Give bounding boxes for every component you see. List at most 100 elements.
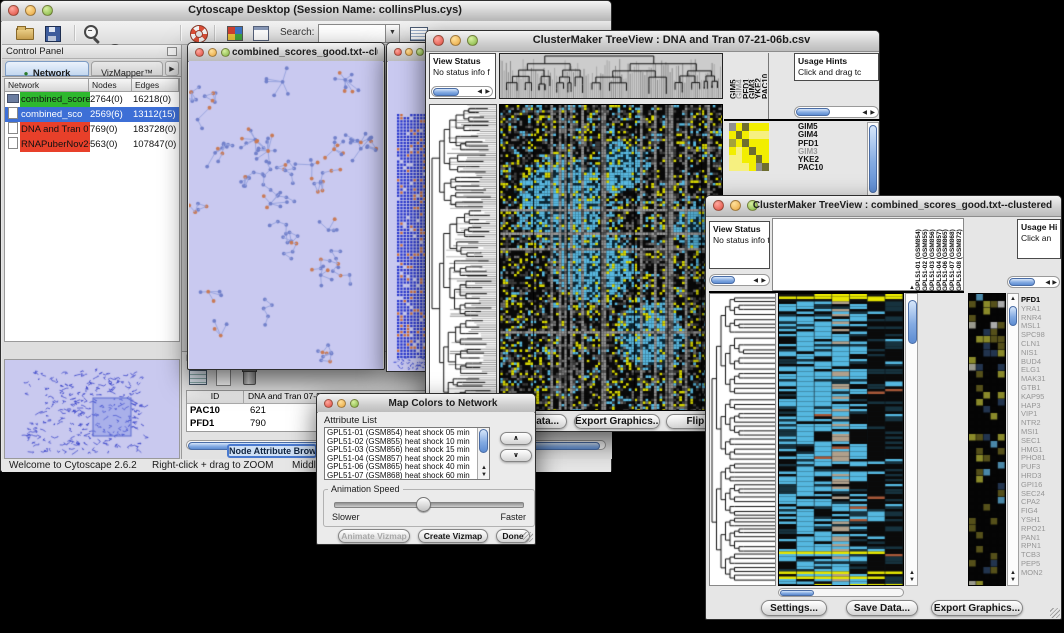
open-session-icon[interactable]: [14, 24, 36, 43]
matrix-cell[interactable]: [762, 123, 769, 131]
attribute-item[interactable]: GPL51-06 (GSM865) heat shock 40 min: [327, 463, 475, 472]
gene-label[interactable]: SEC1: [1021, 437, 1059, 446]
dialog-titlebar[interactable]: Map Colors to Network: [317, 394, 535, 413]
matrix-cell[interactable]: [736, 155, 743, 163]
gene-label[interactable]: RPN1: [1021, 542, 1059, 551]
zoom-button[interactable]: [221, 48, 230, 57]
birdseye-view[interactable]: [4, 359, 180, 459]
network-row[interactable]: RNAPuberNov2+I563(0)107847(0): [5, 137, 179, 152]
tv2-bottom-hscrollbar[interactable]: [778, 588, 904, 597]
resize-grip[interactable]: [523, 532, 533, 542]
network-row[interactable]: DNA and Tran 07769(0)183728(0): [5, 122, 179, 137]
resize-grip[interactable]: [1050, 608, 1060, 618]
matrix-cell[interactable]: [756, 139, 763, 147]
attribute-item[interactable]: GPL51-01 (GSM854) heat shock 05 min: [327, 429, 475, 438]
tv2-usage-hscrollbar[interactable]: ◀▶: [1007, 276, 1060, 288]
minimize-button[interactable]: [208, 48, 217, 57]
gene-label[interactable]: PUF3: [1021, 463, 1059, 472]
matrix-cell[interactable]: [742, 163, 749, 171]
attribute-list[interactable]: GPL51-01 (GSM854) heat shock 05 min GPL51…: [324, 427, 490, 480]
tv2-dendrogram[interactable]: [709, 293, 776, 586]
matrix-cell[interactable]: [762, 155, 769, 163]
search-dropdown-icon[interactable]: ▼: [385, 25, 399, 42]
tv2-attribute-heatmap[interactable]: [968, 293, 1006, 586]
matrix-cell[interactable]: [756, 123, 763, 131]
help-lifesaver-icon[interactable]: [188, 24, 210, 43]
matrix-cell[interactable]: [729, 139, 736, 147]
matrix-cell[interactable]: [762, 163, 769, 171]
delete-attribute-icon[interactable]: [238, 367, 262, 389]
matrix-cell[interactable]: [749, 131, 756, 139]
matrix-cell[interactable]: [742, 139, 749, 147]
close-button[interactable]: [433, 35, 444, 46]
tv1-export-graphics-button[interactable]: Export Graphics...: [574, 414, 660, 429]
gene-label[interactable]: VIP1: [1021, 410, 1059, 419]
gene-label[interactable]: ELG1: [1021, 366, 1059, 375]
matrix-cell[interactable]: [736, 131, 743, 139]
matrix-cell[interactable]: [729, 163, 736, 171]
tv2-settings-button[interactable]: Settings...: [761, 600, 827, 616]
matrix-cell[interactable]: [749, 123, 756, 131]
gene-label[interactable]: MSL1: [1021, 322, 1059, 331]
tv1-heatmap[interactable]: [499, 104, 723, 411]
tv2-export-graphics-button[interactable]: Export Graphics...: [931, 600, 1023, 616]
float-panel-icon[interactable]: [167, 47, 177, 56]
gene-label[interactable]: KAP95: [1021, 393, 1059, 402]
gene-label[interactable]: NTR2: [1021, 419, 1059, 428]
matrix-cell[interactable]: [756, 155, 763, 163]
matrix-cell[interactable]: [749, 163, 756, 171]
matrix-cell[interactable]: [742, 147, 749, 155]
zoom-button[interactable]: [416, 48, 424, 56]
matrix-cell[interactable]: [742, 131, 749, 139]
tv1-left-dendrogram[interactable]: [429, 104, 497, 411]
table-mode-icon[interactable]: [186, 367, 210, 389]
tab-network[interactable]: ● Network: [5, 61, 89, 76]
treeview1-titlebar[interactable]: ClusterMaker TreeView : DNA and Tran 07-…: [426, 31, 879, 52]
tab-vizmapper[interactable]: VizMapper™: [91, 61, 163, 76]
minimize-button[interactable]: [25, 5, 36, 16]
gene-label[interactable]: PAN1: [1021, 534, 1059, 543]
close-button[interactable]: [195, 48, 204, 57]
matrix-cell[interactable]: [762, 147, 769, 155]
treeview2-titlebar[interactable]: ClusterMaker TreeView : combined_scores_…: [706, 196, 1061, 217]
minimize-button[interactable]: [730, 200, 741, 211]
tv2-heatmap[interactable]: [778, 293, 904, 586]
gene-label[interactable]: HMG1: [1021, 446, 1059, 455]
tv1-hscrollbar[interactable]: ◀▶: [431, 86, 493, 97]
gene-label[interactable]: YRA1: [1021, 305, 1059, 314]
network-row[interactable]: combined_sco2569(6)13112(15): [5, 107, 179, 122]
matrix-cell[interactable]: [736, 147, 743, 155]
tv2-heatmap-vscrollbar[interactable]: ▲ ▲▼: [905, 293, 918, 586]
gene-label[interactable]: MSI1: [1021, 428, 1059, 437]
gene-label[interactable]: PFD1: [1021, 296, 1059, 305]
tv1-top-dendrogram[interactable]: [499, 53, 723, 99]
matrix-cell[interactable]: [749, 147, 756, 155]
gene-label[interactable]: RNR4: [1021, 314, 1059, 323]
gene-label[interactable]: PHO81: [1021, 454, 1059, 463]
tab-overflow-button[interactable]: ▶: [165, 61, 179, 76]
matrix-cell[interactable]: [742, 123, 749, 131]
matrix-cell[interactable]: [736, 123, 743, 131]
gene-label[interactable]: MAK31: [1021, 375, 1059, 384]
matrix-cell[interactable]: [729, 131, 736, 139]
attribute-item[interactable]: GPL51-07 (GSM868) heat shock 60 min: [327, 472, 475, 480]
matrix-cell[interactable]: [762, 131, 769, 139]
gene-label[interactable]: FIG4: [1021, 507, 1059, 516]
matrix-cell[interactable]: [756, 131, 763, 139]
attribute-list-vscrollbar[interactable]: ▲▼: [477, 428, 489, 479]
gene-label[interactable]: BUD4: [1021, 358, 1059, 367]
tv2-hscrollbar[interactable]: ◀▶: [709, 274, 770, 286]
gene-label[interactable]: YSH1: [1021, 516, 1059, 525]
matrix-cell[interactable]: [729, 155, 736, 163]
minimize-button[interactable]: [337, 399, 346, 408]
gene-label[interactable]: RPO21: [1021, 525, 1059, 534]
tv1-usage-hscrollbar[interactable]: ◀▶: [794, 106, 879, 118]
matrix-cell[interactable]: [736, 163, 743, 171]
gene-label[interactable]: CPA2: [1021, 498, 1059, 507]
gene-label[interactable]: SPC98: [1021, 331, 1059, 340]
close-button[interactable]: [324, 399, 333, 408]
attribute-item[interactable]: GPL51-04 (GSM857) heat shock 20 min: [327, 455, 475, 464]
move-up-button[interactable]: ∧: [500, 432, 532, 445]
gene-label[interactable]: HAP3: [1021, 402, 1059, 411]
new-attribute-icon[interactable]: [212, 367, 236, 389]
